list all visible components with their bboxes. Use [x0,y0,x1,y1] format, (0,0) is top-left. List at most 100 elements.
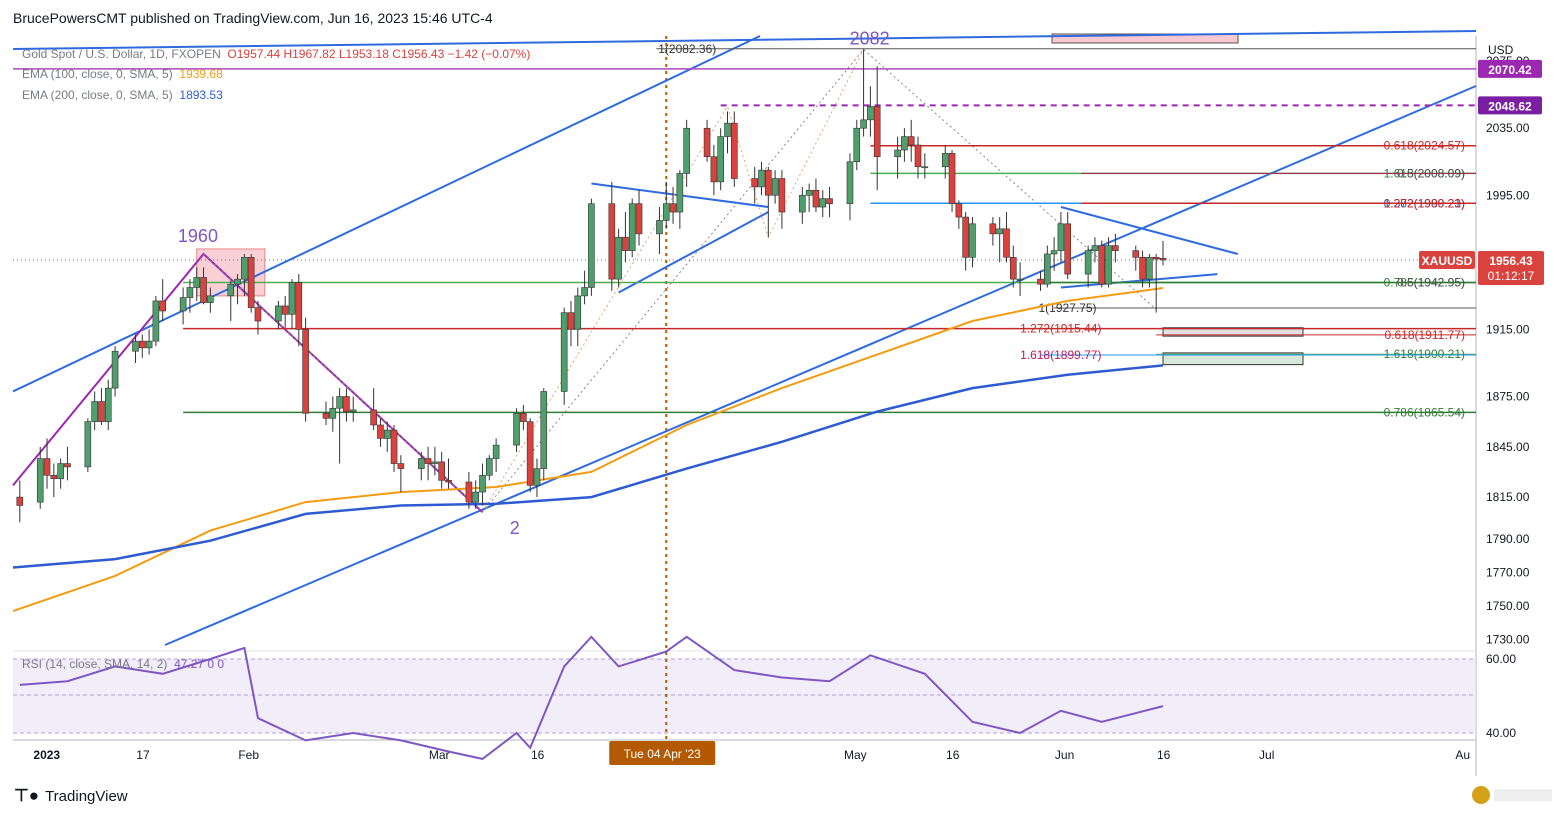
time-tick-label: Jul [1259,748,1274,762]
price-tick-label: 1915.00 [1486,322,1530,336]
candle-body [560,312,568,392]
candle-body [186,287,194,298]
candle-body [57,463,64,479]
candle-body [343,396,350,412]
candle-body [1098,245,1106,285]
time-tick-label: Au [1455,748,1470,762]
candle-body [914,144,922,168]
candle-body [179,297,187,312]
candle-body [445,480,452,483]
rsi-band [13,659,1476,733]
ema200-label: EMA (200, close, 0, SMA, 5) [22,88,173,102]
price-tick-label: 1845.00 [1486,440,1530,454]
candle-body [247,257,255,308]
candle-body [1084,250,1092,275]
candle-body [846,161,854,204]
candle-body [234,278,241,285]
candle-body [98,401,105,422]
candle-body [1091,245,1099,251]
candle-body [962,216,969,258]
level-label-15: 0.786(1865.54) [1384,405,1465,419]
candle-body [669,203,677,213]
candle-body [826,198,833,204]
candle-body [513,412,520,446]
candle-body [703,127,711,158]
ohlc-values: O1957.44 H1967.82 L1953.18 C1956.43 −1.4… [227,47,531,61]
candle-body [574,295,582,330]
candle-body [615,236,622,280]
candle-body [622,236,629,251]
candle-body [438,461,445,481]
candle-body [628,203,636,251]
candle-body [492,444,500,459]
candle-body [200,277,207,303]
price-tick-label: 1790.00 [1486,532,1530,546]
ema100-value: 1939.68 [179,67,223,81]
rsi-tick-label: 40.00 [1486,726,1516,740]
candle-body [104,387,112,422]
last-price-tag: 1956.43 [1489,254,1533,268]
candle-body [465,481,473,503]
candle-body [989,223,997,235]
time-tick-label: 17 [136,748,150,762]
candle-body [567,312,575,330]
label-peak-1960: 1960 [178,226,218,246]
candle-body [241,257,248,280]
candle-body [336,396,343,409]
ema200-legend: EMA (200, close, 0, SMA, 5) 1893.53 [22,88,223,102]
candle-body [329,407,337,419]
candle-body [758,169,765,188]
publisher-header: BrucePowersCMT published on TradingView.… [13,10,493,26]
candle-body [288,282,296,315]
price-chart[interactable]: 1960 2082 2 1(2082.36) 0.618(2024.57) 1.618(… [0,0,1564,816]
candle-body [717,136,724,183]
candle-body [969,223,976,258]
candle-body [1112,245,1119,251]
candle-body [710,156,718,183]
candle-body [207,295,214,303]
time-tick-label: 16 [1157,748,1171,762]
candle-body [588,203,595,288]
price-tick-label: 1815.00 [1486,490,1530,504]
candle-body [472,491,480,503]
candle-body [64,463,71,468]
candle-body [656,220,663,235]
candle-body [1064,223,1072,275]
currency-label: USD [1488,43,1514,57]
candle-body [254,307,262,322]
level-label-13: 1.618(1900.21) [1384,347,1465,361]
candle-body [771,178,779,196]
candle-body [907,136,915,146]
candle-body [152,300,160,342]
candle-body [36,458,44,503]
tradingview-logo-icon: ⊤● [14,786,40,805]
candle-body [873,106,881,158]
time-tick-label: 2023 [33,748,60,762]
ema200-value: 1893.53 [179,88,223,102]
candle-body [227,283,235,297]
candle-body [948,153,956,204]
level-label-12: 0.618(1911.77) [1384,328,1465,342]
candle-body [390,429,398,464]
tradingview-footer[interactable]: ⊤● TradingView [14,786,128,806]
candle-body [50,474,58,479]
price-tick-label: 1770.00 [1486,566,1530,580]
candle-body [132,340,139,352]
candle-body [281,305,289,315]
price-tick-label: 1995.00 [1486,188,1530,202]
candle-body [1044,253,1051,285]
candle-body [486,458,493,476]
ema100-legend: EMA (100, close, 0, SMA, 5) 1939.68 [22,67,223,81]
level-label-11: 1.272(1915.44) [1020,322,1101,336]
candle-body [867,106,874,121]
candle-body [1057,223,1065,251]
candle-body [431,461,439,464]
candle-body [676,173,684,213]
candle-body [43,458,51,476]
watermark-logo-icon [1470,784,1556,808]
level-label-10: 1(1927.75) [1039,301,1097,315]
candle-body [397,463,405,469]
candle-body [1050,250,1058,255]
candle-body [1152,257,1160,260]
price-tick-label: 1750.00 [1486,599,1530,613]
